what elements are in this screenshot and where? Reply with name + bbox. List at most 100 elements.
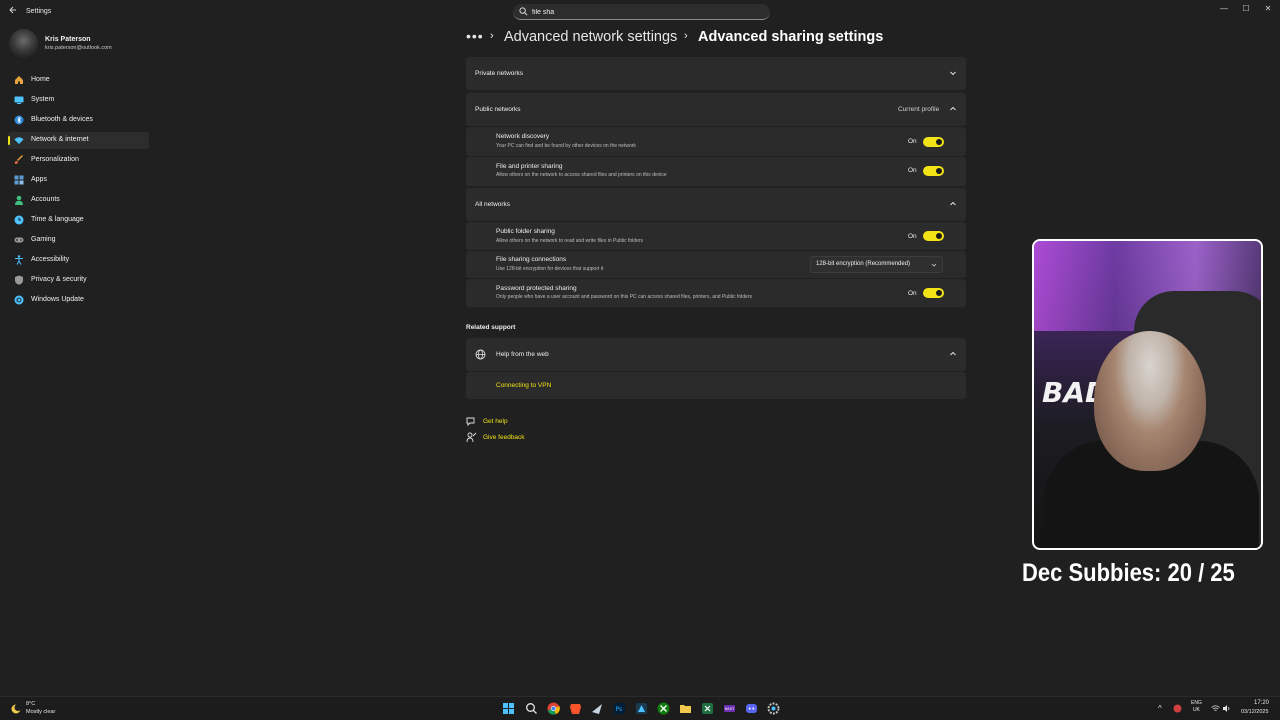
sidebar-item-system[interactable]: System bbox=[8, 92, 149, 109]
related-support-heading: Related support bbox=[466, 324, 516, 331]
file-printer-sharing-toggle[interactable] bbox=[923, 166, 944, 176]
affinity-icon[interactable] bbox=[635, 702, 648, 715]
chevron-down-icon bbox=[931, 263, 937, 267]
sidebar-item-label: Privacy & security bbox=[31, 276, 87, 283]
person-icon bbox=[15, 195, 23, 205]
setting-description: Allow others on the network to access sh… bbox=[496, 172, 667, 178]
sidebar-item-label: Gaming bbox=[31, 236, 56, 243]
subscriber-counter: Dec Subbies: 20 / 25 bbox=[1022, 559, 1235, 587]
breadcrumb-parent-link[interactable]: Advanced network settings bbox=[504, 29, 677, 45]
help-from-web-header[interactable]: Help from the web bbox=[466, 338, 966, 371]
sidebar-item-privacy[interactable]: Privacy & security bbox=[8, 272, 149, 289]
search-box[interactable] bbox=[513, 4, 770, 20]
sidebar-item-label: Network & internet bbox=[31, 136, 89, 143]
tray-app-icon[interactable] bbox=[1173, 704, 1182, 713]
vpn-help-link[interactable]: Connecting to VPN bbox=[496, 382, 551, 389]
settings-icon[interactable] bbox=[767, 702, 780, 715]
sidebar-item-label: System bbox=[31, 96, 55, 103]
private-networks-header[interactable]: Private networks bbox=[466, 57, 966, 90]
toggle-state-label: On bbox=[908, 290, 917, 297]
file-explorer-icon[interactable] bbox=[679, 702, 692, 715]
sidebar-item-label: Personalization bbox=[31, 156, 79, 163]
search-input[interactable] bbox=[532, 6, 762, 18]
sidebar-item-accessibility[interactable]: Accessibility bbox=[8, 252, 149, 269]
sidebar-item-label: Bluetooth & devices bbox=[31, 116, 93, 123]
svg-text:Ps: Ps bbox=[616, 706, 623, 713]
sidebar-item-accounts[interactable]: Accounts bbox=[8, 192, 149, 209]
wifi-icon bbox=[14, 137, 24, 144]
maximize-button[interactable]: ☐ bbox=[1236, 2, 1256, 16]
chevron-down-icon bbox=[950, 71, 956, 76]
public-folder-sharing-toggle[interactable] bbox=[923, 231, 944, 241]
sidebar-item-bluetooth[interactable]: Bluetooth & devices bbox=[8, 112, 149, 129]
language-indicator[interactable]: ENG UK bbox=[1191, 700, 1202, 714]
brush-icon bbox=[14, 155, 23, 164]
brave-icon[interactable] bbox=[569, 702, 582, 715]
weather-moon-icon[interactable] bbox=[10, 703, 22, 715]
photoshop-icon[interactable]: Ps bbox=[613, 702, 626, 715]
password-protected-sharing-toggle[interactable] bbox=[923, 288, 944, 298]
encryption-dropdown[interactable]: 128-bit encryption (Recommended) bbox=[810, 256, 943, 273]
sidebar-item-gaming[interactable]: Gaming bbox=[8, 232, 149, 249]
public-networks-header[interactable]: Public networks bbox=[466, 93, 966, 126]
update-icon bbox=[14, 295, 24, 305]
webcam-person-head bbox=[1094, 331, 1206, 471]
search-icon bbox=[519, 7, 528, 16]
chat-help-icon bbox=[466, 417, 475, 427]
steam-icon[interactable] bbox=[591, 702, 604, 715]
sidebar-item-label: Accounts bbox=[31, 196, 60, 203]
sidebar-item-home[interactable]: Home bbox=[8, 72, 149, 89]
sidebar-item-label: Home bbox=[31, 76, 50, 83]
volume-icon[interactable] bbox=[1222, 704, 1231, 713]
chrome-icon[interactable] bbox=[547, 702, 560, 715]
setting-title: Password protected sharing bbox=[496, 285, 577, 292]
gamepad-icon bbox=[14, 237, 24, 243]
back-button[interactable] bbox=[6, 5, 20, 19]
back-arrow-icon bbox=[9, 6, 16, 14]
breadcrumb-more-button[interactable]: ••• bbox=[466, 28, 484, 44]
start-icon[interactable] bbox=[502, 702, 515, 715]
chevron-up-icon bbox=[950, 201, 956, 206]
home-icon bbox=[15, 76, 23, 84]
sidebar-item-network[interactable]: Network & internet bbox=[8, 132, 149, 149]
excel-icon[interactable] bbox=[701, 702, 714, 715]
get-help-link[interactable]: Get help bbox=[483, 418, 508, 425]
sidebar-item-label: Apps bbox=[31, 176, 47, 183]
weather-temperature: 8°C bbox=[26, 701, 36, 707]
weather-description: Mostly clear bbox=[26, 709, 56, 715]
avatar[interactable] bbox=[9, 29, 38, 58]
setting-row bbox=[466, 279, 966, 307]
sidebar-item-windows-update[interactable]: Windows Update bbox=[8, 292, 149, 309]
xbox-icon[interactable] bbox=[657, 702, 670, 715]
next-icon[interactable]: NEXT bbox=[723, 702, 736, 715]
all-networks-header[interactable]: All networks bbox=[466, 188, 966, 221]
close-button[interactable]: ✕ bbox=[1258, 2, 1278, 16]
toggle-state-label: On bbox=[908, 138, 917, 145]
give-feedback-link[interactable]: Give feedback bbox=[483, 434, 525, 441]
sidebar-item-personalization[interactable]: Personalization bbox=[8, 152, 149, 169]
clock-time[interactable]: 17:20 bbox=[1254, 700, 1269, 706]
sidebar-item-label: Time & language bbox=[31, 216, 84, 223]
tray-overflow-button[interactable]: ^ bbox=[1158, 704, 1162, 713]
webcam-overlay: BAD bbox=[1032, 239, 1263, 550]
discord-icon[interactable] bbox=[745, 702, 758, 715]
sidebar-item-label: Windows Update bbox=[31, 296, 84, 303]
network-discovery-toggle[interactable] bbox=[923, 137, 944, 147]
setting-title: Public folder sharing bbox=[496, 228, 555, 235]
svg-text:NEXT: NEXT bbox=[725, 707, 735, 711]
toggle-state-label: On bbox=[908, 167, 917, 174]
toggle-state-label: On bbox=[908, 233, 917, 240]
page-title: Advanced sharing settings bbox=[698, 29, 884, 45]
sidebar-item-apps[interactable]: Apps bbox=[8, 172, 149, 189]
search-icon[interactable] bbox=[525, 702, 538, 715]
clock-date[interactable]: 03/12/2025 bbox=[1241, 709, 1269, 715]
setting-title: File sharing connections bbox=[496, 256, 567, 263]
sidebar-item-label: Accessibility bbox=[31, 256, 70, 263]
setting-title: File and printer sharing bbox=[496, 163, 563, 170]
globe-icon bbox=[475, 349, 486, 360]
minimize-button[interactable]: — bbox=[1214, 2, 1234, 16]
wifi-status-icon[interactable] bbox=[1211, 704, 1220, 713]
sidebar-item-time-language[interactable]: Time & language bbox=[8, 212, 149, 229]
title-bar: Settings — ☐ ✕ bbox=[0, 0, 1280, 24]
apps-icon bbox=[14, 175, 24, 185]
